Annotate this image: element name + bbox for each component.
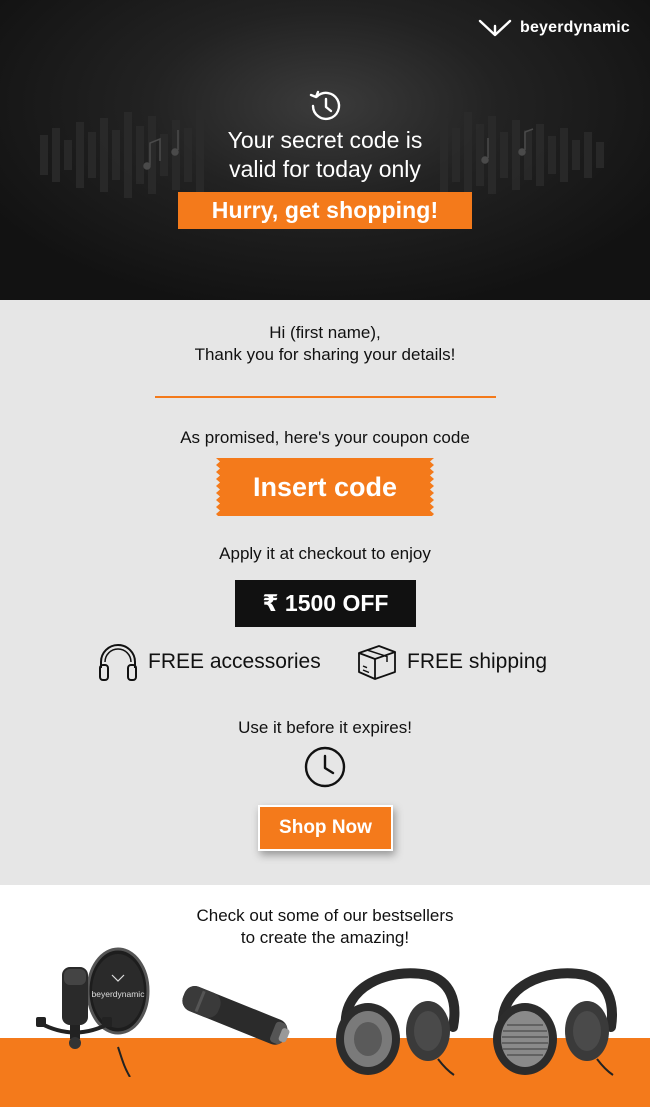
hurry-shopping-banner[interactable]: Hurry, get shopping! — [178, 192, 472, 229]
coupon-code-text: Insert code — [252, 472, 398, 502]
perk-label: FREE shipping — [407, 650, 548, 673]
promise-text: As promised, here's your coupon code — [180, 428, 470, 447]
open-back-headphones-image — [493, 968, 617, 1076]
closed-back-headphones-image — [336, 968, 460, 1076]
bestsellers-section: Check out some of our bestsellers to cre… — [0, 885, 650, 1107]
history-clock-icon — [309, 90, 341, 121]
hero-headline-line-2: valid for today only — [229, 156, 421, 182]
product-closed-headphones[interactable] — [328, 967, 463, 1079]
headphones-icon — [99, 644, 137, 681]
perk-free-shipping: FREE shipping — [355, 640, 547, 684]
coupon-section: Hi (first name), Thank you for sharing y… — [0, 300, 650, 885]
bestsellers-title-line-1: Check out some of our bestsellers — [196, 906, 454, 925]
microphone-with-pop-filter-image: beyerdynamic — [36, 947, 150, 1077]
brand-name: beyerdynamic — [519, 19, 630, 36]
shop-now-button[interactable]: Shop Now — [258, 805, 393, 851]
bestsellers-title-line-2: to create the amazing! — [240, 928, 410, 947]
product-microphone-pop-filter[interactable]: beyerdynamic — [30, 947, 150, 1077]
apply-text: Apply it at checkout to enjoy — [219, 544, 431, 563]
beyerdynamic-logo-icon — [478, 19, 512, 37]
studio-microphone-image — [182, 986, 290, 1045]
pop-filter-logo-text: beyerdynamic — [92, 989, 146, 999]
greeting-name: Hi (first name), — [269, 323, 381, 342]
brand-logo[interactable]: beyerdynamic — [478, 18, 630, 38]
hero-headline: Your secret code is valid for today only — [0, 126, 650, 184]
product-open-headphones[interactable] — [487, 967, 622, 1079]
greeting-thanks: Thank you for sharing your details! — [194, 345, 456, 364]
product-studio-microphone[interactable] — [172, 980, 297, 1050]
box-icon — [358, 645, 396, 680]
coupon-code-ticket[interactable]: Insert code — [216, 458, 434, 516]
perk-label: FREE accessories — [148, 650, 321, 673]
clock-icon — [304, 746, 346, 788]
greeting: Hi (first name), Thank you for sharing y… — [0, 322, 650, 366]
hero-banner: beyerdynamic Your secret code is valid f… — [0, 0, 650, 300]
hero-headline-line-1: Your secret code is — [227, 127, 423, 153]
orange-divider — [155, 396, 496, 398]
discount-badge: ₹ 1500 OFF — [235, 580, 416, 627]
bestsellers-title: Check out some of our bestsellers to cre… — [0, 905, 650, 949]
expiry-text: Use it before it expires! — [238, 718, 412, 737]
perk-free-accessories: FREE accessories — [96, 640, 321, 684]
